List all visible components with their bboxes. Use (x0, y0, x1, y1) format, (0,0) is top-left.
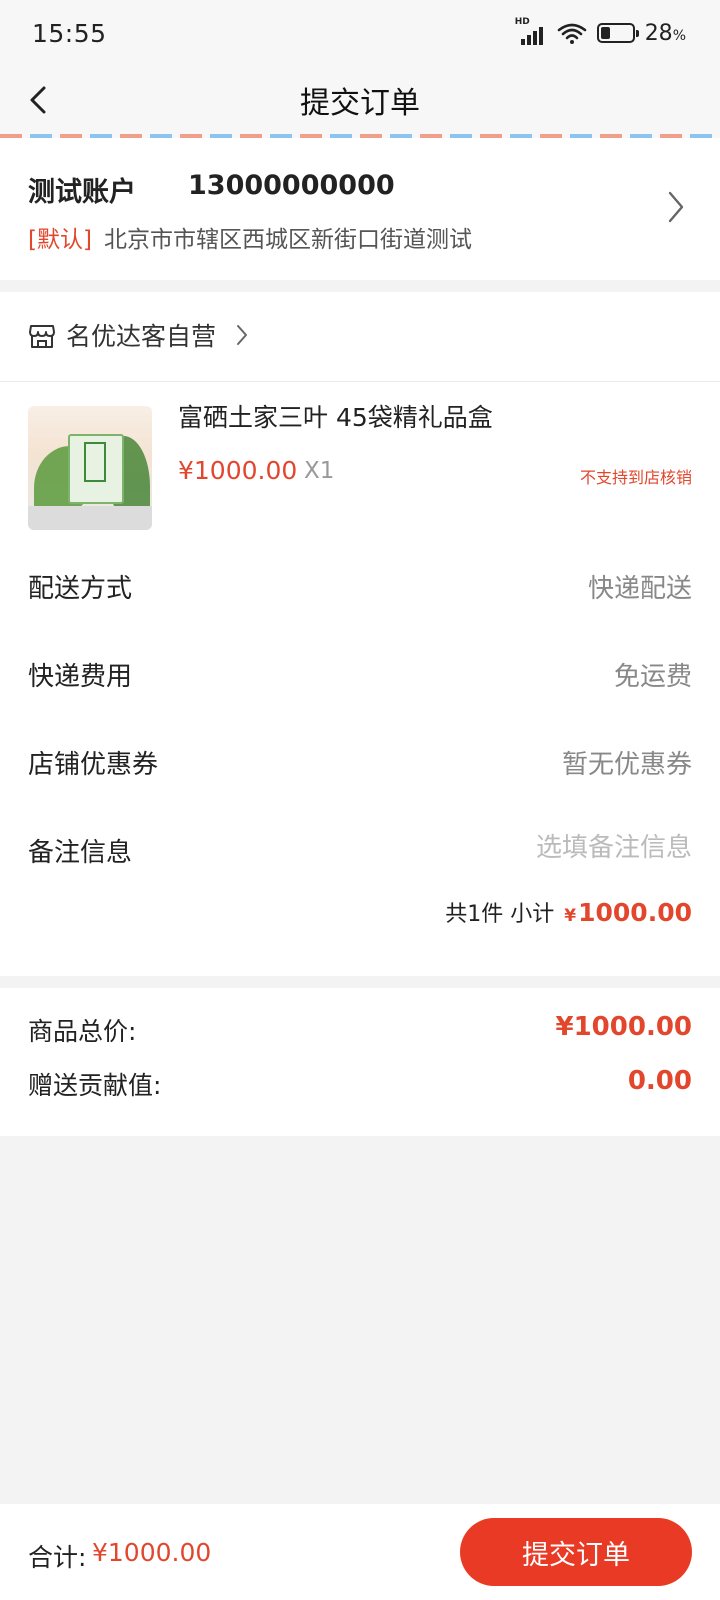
network-type-label: HD (514, 17, 530, 27)
default-tag: [默认] (28, 227, 92, 253)
page-title: 提交订单 (300, 86, 420, 121)
contribution-label: 赠送贡献值: (28, 1071, 162, 1100)
recipient-phone: 13000000000 (188, 170, 395, 201)
status-icons: HD 28% (515, 17, 686, 46)
delivery-method-value: 快递配送 (587, 574, 692, 604)
shop-order-block: 名优达客自营 富硒土家三叶 45袋精礼品盒 ¥1000.00 X1 不支持到店核… (0, 292, 720, 976)
goods-total-label: 商品总价: (28, 1017, 137, 1046)
delivery-method-label: 配送方式 (28, 574, 133, 604)
contribution-value: 0.00 (627, 1066, 692, 1096)
order-submit-page: 15:55 HD 28% 提交订单 测试账户 13000000000 [默认] … (0, 0, 720, 1600)
battery-icon (596, 23, 639, 43)
goods-total-value: ¥1000.00 (555, 1012, 692, 1042)
chevron-right-icon (237, 325, 247, 345)
store-icon (29, 325, 55, 348)
address-card[interactable]: 测试账户 13000000000 [默认] 北京市市辖区西城区新街口街道测试 (0, 138, 720, 280)
address-detail: 北京市市辖区西城区新街口街道测试 (103, 227, 472, 253)
totals-block: 商品总价: ¥1000.00 赠送贡献值: 0.00 (0, 988, 720, 1136)
signal-icon: HD (515, 17, 547, 45)
status-bar: 15:55 HD 28% (0, 0, 720, 66)
store-coupon-row[interactable]: 店铺优惠券 暂无优惠券 (0, 718, 720, 806)
remark-input[interactable] (392, 828, 692, 868)
product-quantity: X1 (304, 458, 335, 484)
recipient-name: 测试账户 (28, 177, 136, 208)
remark-label: 备注信息 (28, 838, 133, 868)
shipping-fee-row: 快递费用 免运费 (0, 630, 720, 718)
battery-level: 28% (644, 20, 686, 46)
subtotal-price: ¥1000.00 (564, 898, 692, 927)
subtotal: 共1件 小计 ¥1000.00 (445, 896, 692, 928)
product-image (28, 406, 152, 530)
wifi-icon (557, 23, 586, 44)
status-time: 15:55 (32, 18, 107, 48)
product-name: 富硒土家三叶 45袋精礼品盒 (178, 403, 493, 432)
shop-name: 名优达客自营 (66, 322, 217, 351)
total-price: ¥1000.00 (92, 1538, 212, 1567)
store-coupon-value: 暂无优惠券 (561, 750, 692, 780)
shipping-fee-value: 免运费 (613, 662, 692, 692)
product-price: ¥1000.00 (178, 456, 298, 485)
store-verification-note: 不支持到店核销 (579, 468, 692, 487)
total-label: 合计: (28, 1543, 87, 1572)
store-coupon-label: 店铺优惠券 (28, 750, 159, 780)
address-line: [默认] 北京市市辖区西城区新街口街道测试 (28, 220, 472, 254)
nav-bar: 提交订单 (0, 66, 720, 134)
submit-order-button[interactable]: 提交订单 (460, 1518, 692, 1586)
chevron-right-icon (668, 191, 684, 223)
shop-header[interactable]: 名优达客自营 (0, 292, 720, 382)
bottom-checkout-bar: 合计: ¥1000.00 提交订单 (0, 1504, 720, 1600)
shipping-fee-label: 快递费用 (28, 662, 133, 692)
subtotal-count: 共1件 小计 (445, 902, 555, 927)
delivery-method-row[interactable]: 配送方式 快递配送 (0, 542, 720, 630)
remark-row: 备注信息 (0, 806, 720, 894)
